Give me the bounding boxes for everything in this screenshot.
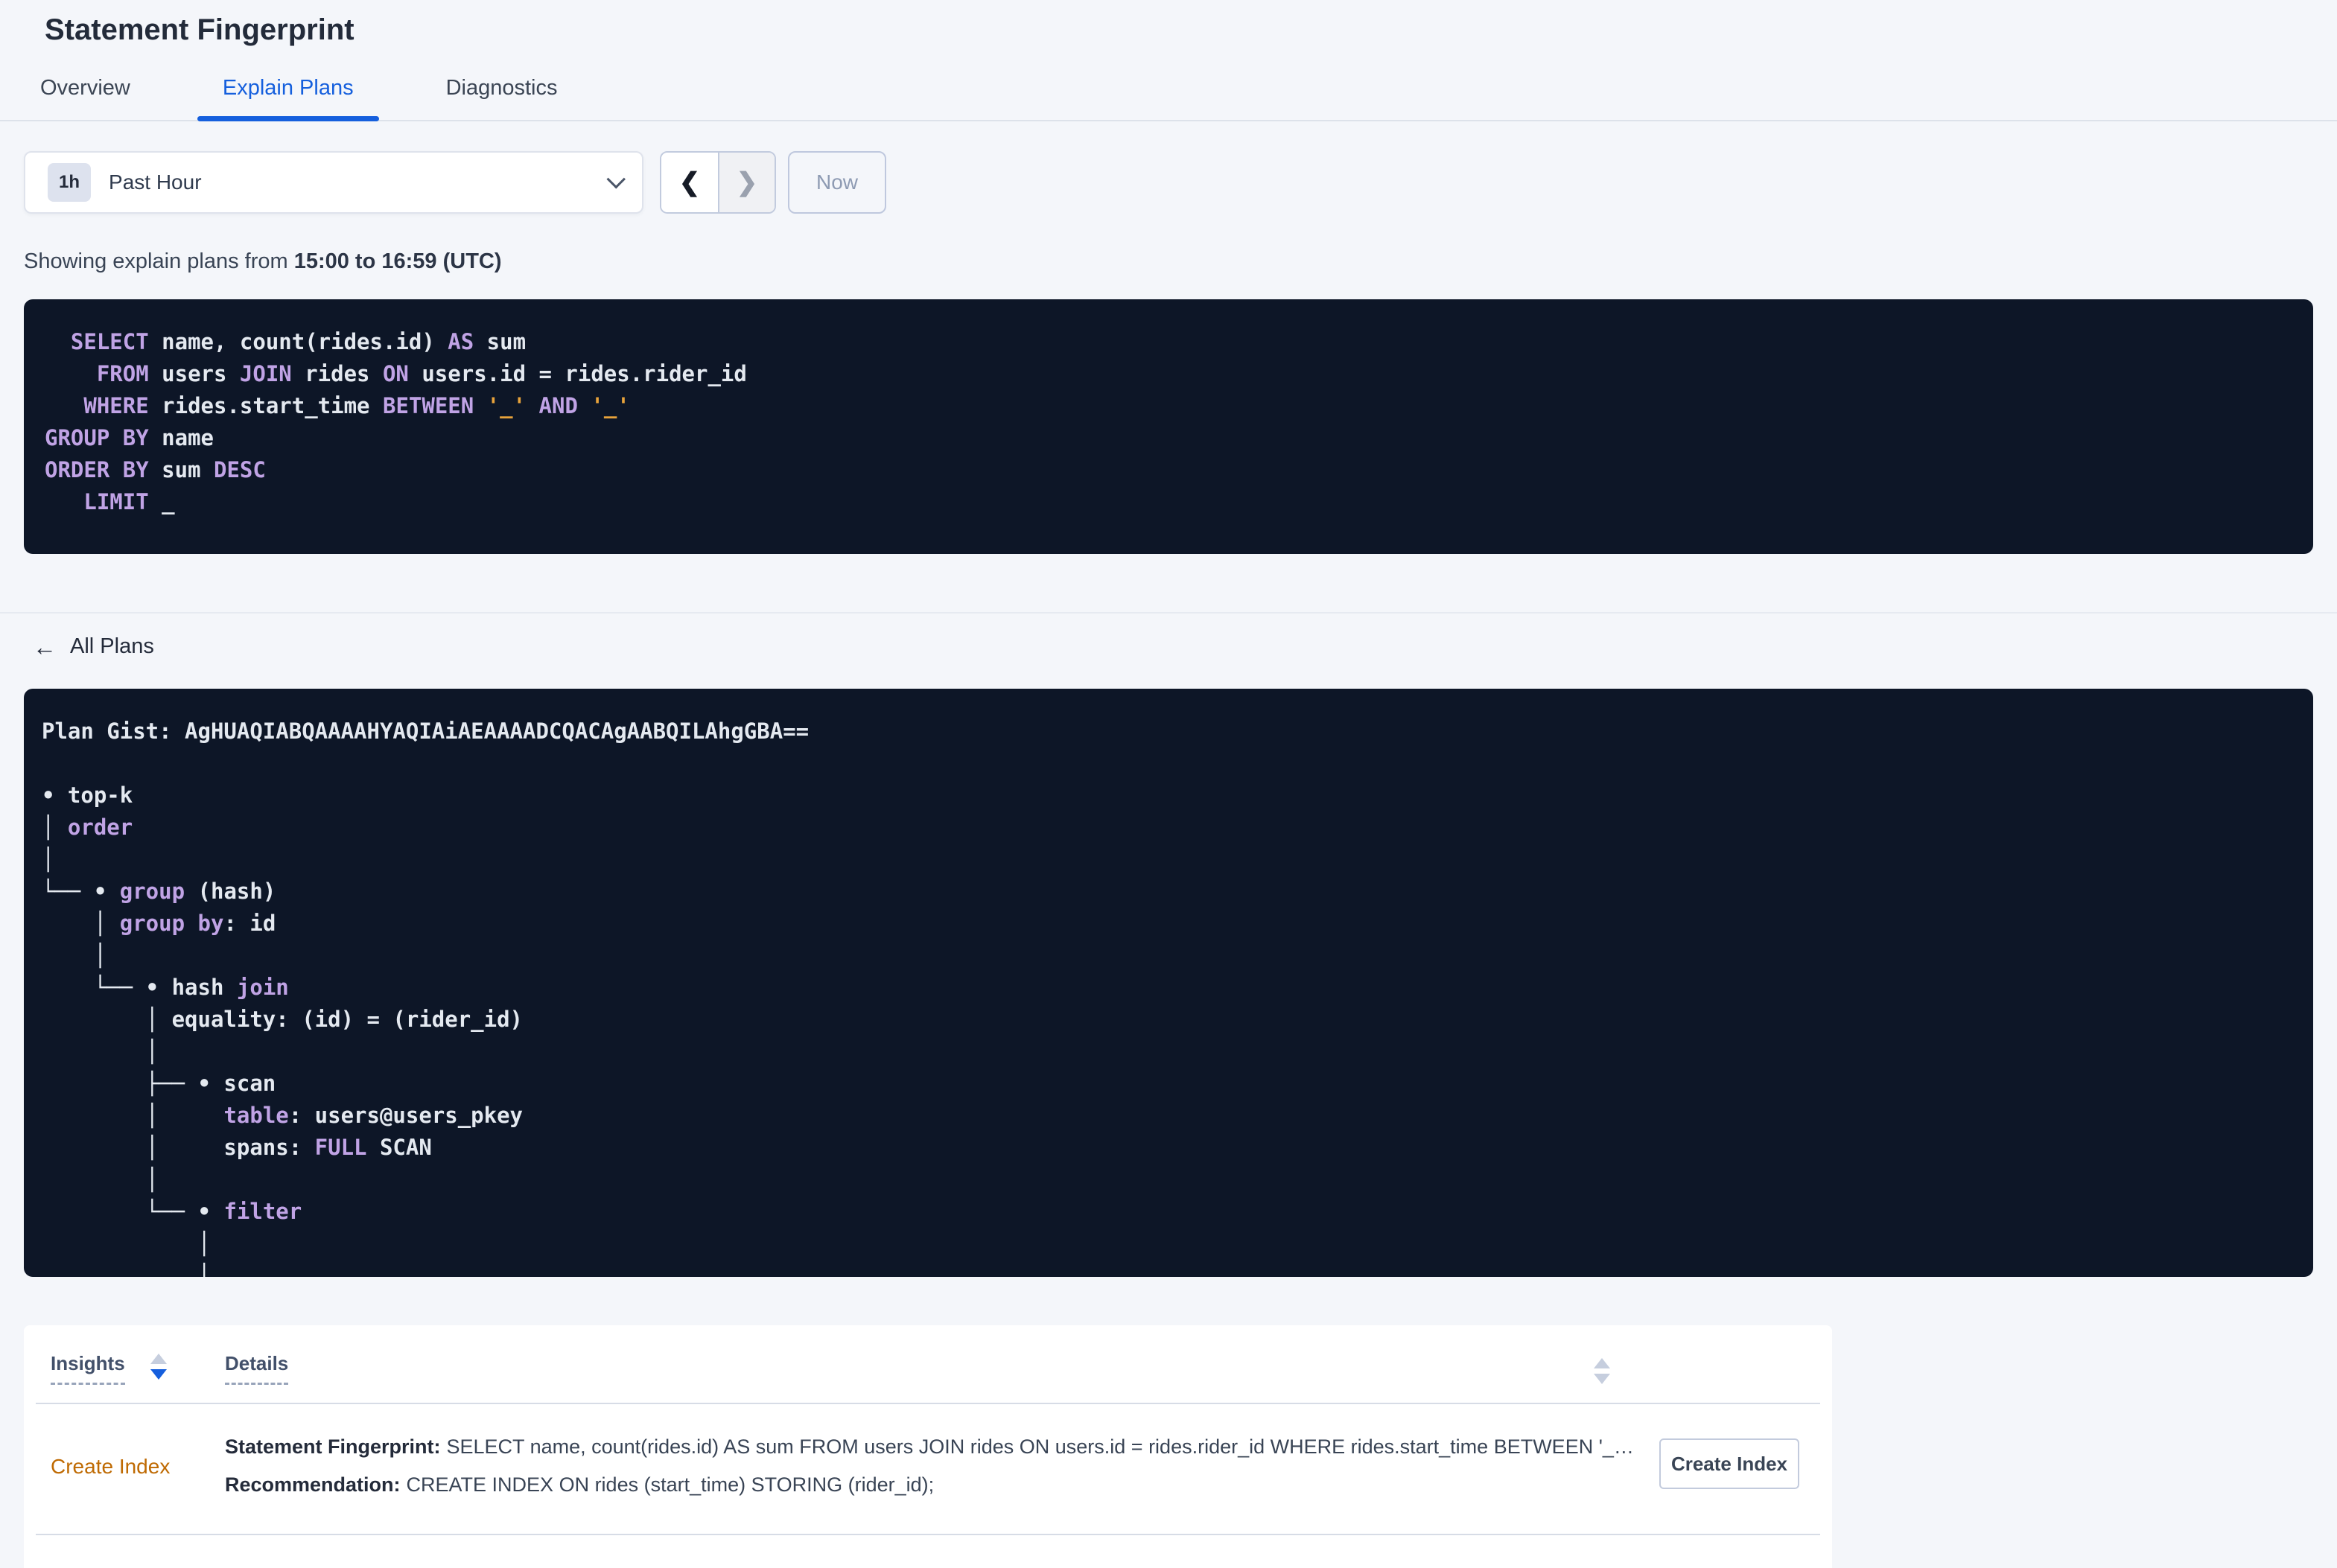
details-cell: Statement Fingerprint: SELECT name, count… xyxy=(225,1432,1641,1510)
sort-desc-icon xyxy=(150,1369,167,1380)
code-line: Plan Gist: AgHUAQIABQAAAAHYAQIAiAEAAAADC… xyxy=(42,718,810,744)
statement-fingerprint-text: SELECT name, count(rides.id) AS sum FROM… xyxy=(446,1435,1634,1458)
sql-statement-block: SELECT name, count(rides.id) AS sum FROM… xyxy=(24,299,2313,554)
time-range-label: Past Hour xyxy=(109,170,202,194)
chevron-left-icon: ❮ xyxy=(678,168,701,197)
code-line: LIMIT _ xyxy=(83,489,175,514)
code-line: └── • filter xyxy=(42,1199,302,1224)
showing-prefix: Showing explain plans from xyxy=(24,249,294,273)
next-time-button[interactable]: ❯ xyxy=(718,153,775,212)
time-range-picker[interactable]: 1h Past Hour xyxy=(24,151,643,214)
all-plans-label: All Plans xyxy=(70,634,154,658)
code-line: ├── • scan xyxy=(42,1071,276,1096)
code-line: └── • group (hash) xyxy=(42,879,276,904)
sort-icon-insights[interactable] xyxy=(150,1354,167,1380)
recommendation-line: Recommendation: CREATE INDEX ON rides (st… xyxy=(225,1472,1641,1497)
statement-fingerprint-line: Statement Fingerprint: SELECT name, count… xyxy=(225,1434,1641,1459)
now-button[interactable]: Now xyxy=(788,151,887,214)
code-line: │ xyxy=(42,1039,159,1064)
all-plans-link[interactable]: ← All Plans xyxy=(33,634,154,659)
showing-range: 15:00 to 16:59 (UTC) xyxy=(293,249,502,273)
recommendation-label: Recommendation: xyxy=(225,1473,401,1496)
tab-explain-plans[interactable]: Explain Plans xyxy=(197,54,379,121)
code-line: │ group by: id xyxy=(42,911,276,936)
row-divider xyxy=(36,1534,1820,1535)
sort-icon-details[interactable] xyxy=(1594,1358,1610,1384)
table-row: Create Index Statement Fingerprint: SELEC… xyxy=(24,1404,1832,1510)
plan-gist-block: Plan Gist: AgHUAQIABQAAAAHYAQIAiAEAAAADC… xyxy=(24,689,2313,1277)
code-line: │ order xyxy=(42,815,133,840)
code-line: │ equality: (id) = (rider_id) xyxy=(42,1007,524,1032)
insights-table-header: Insights Details xyxy=(24,1352,1832,1385)
time-nav-group: ❮ ❯ xyxy=(660,151,776,214)
code-line: │ xyxy=(42,1231,211,1256)
code-line: │ xyxy=(42,1263,211,1277)
tab-bar: Overview Explain Plans Diagnostics xyxy=(0,54,2337,121)
sort-asc-icon xyxy=(150,1354,167,1364)
insights-column-label[interactable]: Insights xyxy=(51,1352,125,1385)
recommendation-text: CREATE INDEX ON rides (start_time) STORI… xyxy=(406,1473,935,1496)
code-line: WHERE rides.start_time BETWEEN '_' AND '… xyxy=(83,393,630,418)
tab-overview[interactable]: Overview xyxy=(15,54,156,120)
showing-text: Showing explain plans from 15:00 to 16:5… xyxy=(24,249,2337,274)
details-column-label[interactable]: Details xyxy=(225,1352,289,1385)
back-arrow-icon: ← xyxy=(33,633,57,660)
page-title: Statement Fingerprint xyxy=(45,13,354,46)
code-line: • top-k xyxy=(42,783,133,808)
code-line: SELECT name, count(rides.id) AS sum xyxy=(70,329,527,354)
sort-desc-icon xyxy=(1594,1374,1610,1384)
code-line: │ spans: FULL SCAN xyxy=(42,1135,432,1160)
code-line: │ xyxy=(42,847,55,872)
chevron-down-icon xyxy=(606,170,626,189)
code-line: FROM users JOIN rides ON users.id = ride… xyxy=(96,361,747,386)
tab-diagnostics[interactable]: Diagnostics xyxy=(421,54,583,120)
details-column-header: Details xyxy=(225,1352,289,1385)
insight-link[interactable]: Create Index xyxy=(51,1432,225,1479)
create-index-button[interactable]: Create Index xyxy=(1659,1438,1799,1489)
code-line: └── • hash join xyxy=(42,975,289,1000)
code-line: ORDER BY sum DESC xyxy=(45,457,266,482)
code-line: │ table: users@users_pkey xyxy=(42,1103,524,1128)
chevron-right-icon: ❯ xyxy=(736,168,758,197)
section-divider xyxy=(0,612,2337,614)
code-line: │ xyxy=(42,1167,159,1192)
sort-asc-icon xyxy=(1594,1358,1610,1368)
insights-card: Insights Details Create Index Statement … xyxy=(24,1325,1832,1568)
code-line: GROUP BY name xyxy=(45,425,214,450)
statement-fingerprint-label: Statement Fingerprint: xyxy=(225,1435,441,1458)
insights-column-header: Insights xyxy=(51,1352,225,1385)
prev-time-button[interactable]: ❮ xyxy=(661,153,718,212)
code-line: │ xyxy=(42,943,107,968)
toolbar: 1h Past Hour ❮ ❯ Now xyxy=(24,151,2337,214)
time-range-badge: 1h xyxy=(48,163,92,202)
